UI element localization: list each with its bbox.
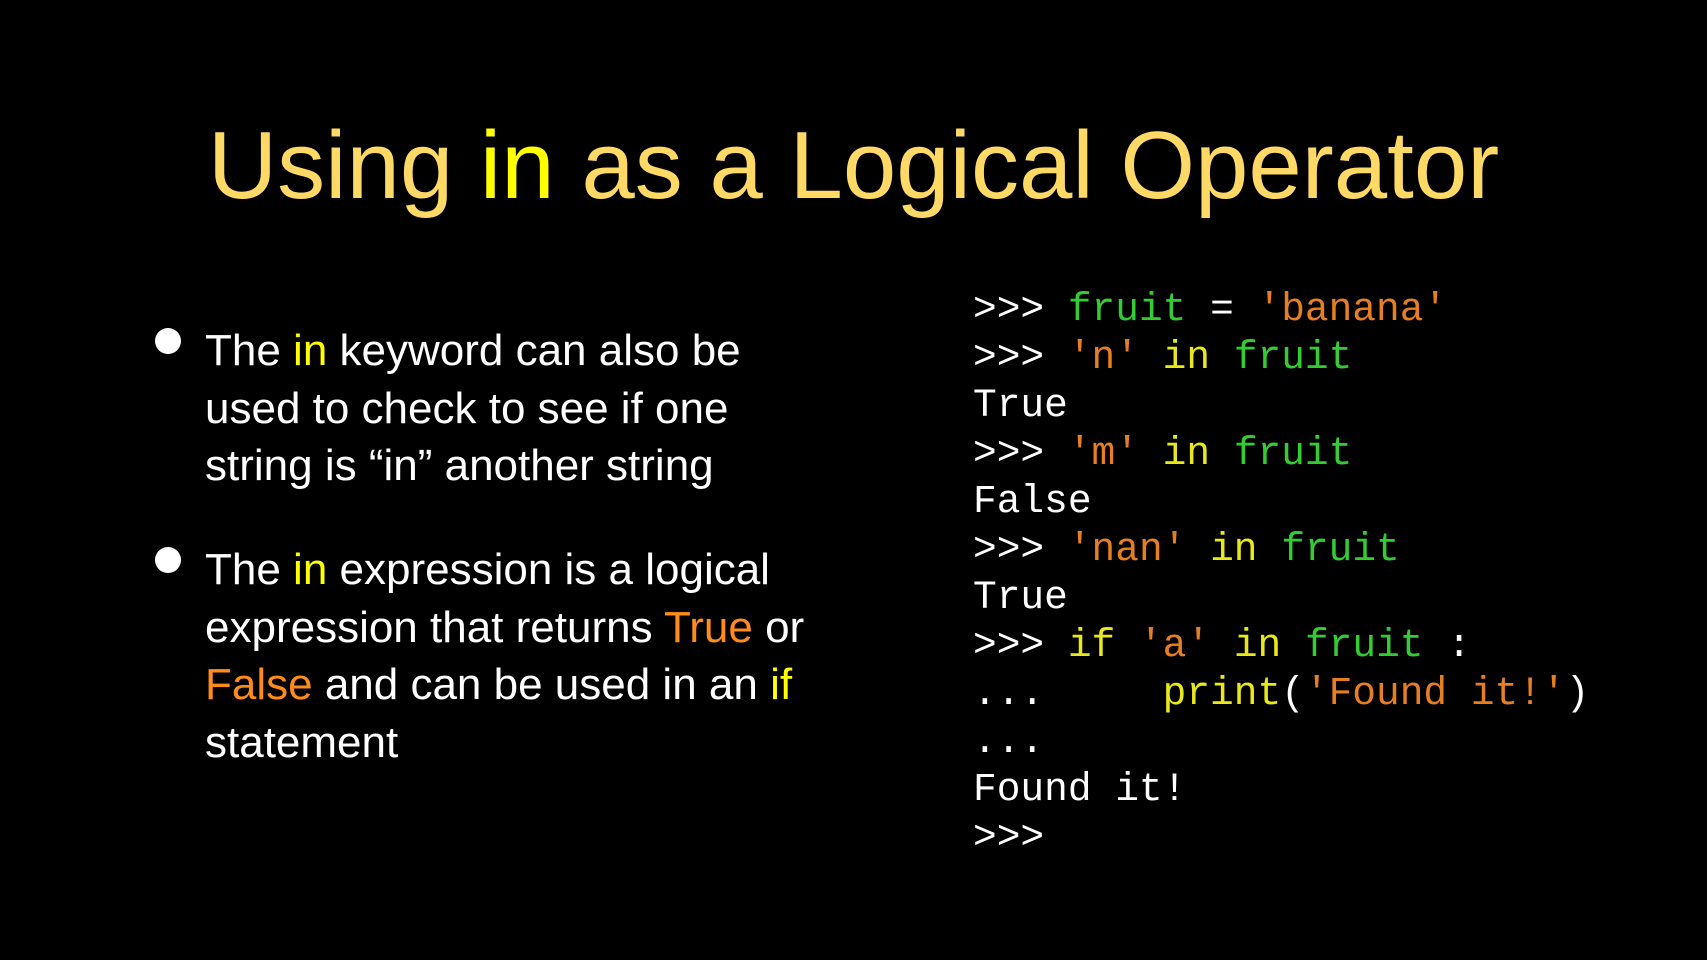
code-token-fn: print [1162,671,1282,716]
title-text-before: Using [207,112,480,219]
bullet-dot-icon [155,547,181,573]
code-token-kw: in [1162,335,1211,380]
code-token-kw: in [1210,527,1258,572]
code-line: True [973,382,1589,430]
code-token-prompt: >>> [973,527,1068,572]
bullet-2-text-part: statement [205,717,399,767]
bullet-dot-icon [155,328,181,354]
code-token-str: 'Found it!' [1304,671,1566,716]
code-line: >>> fruit = 'banana' [973,286,1589,334]
bullet-text-1: The in keyword can also be used to check… [205,322,825,495]
code-token-str: 'banana' [1257,287,1448,332]
code-line: Found it! [973,766,1589,814]
slide: Using in as a Logical Operator The in ke… [0,0,1707,960]
code-line: >>> [973,814,1589,862]
code-token-str: 'nan' [1067,527,1187,572]
bullet-1-text-part: The [205,326,294,375]
code-line: ... [973,718,1589,766]
bullet-2-text-part: and can be used in an [312,660,771,709]
bullet-2-keyword-true: True [664,602,753,652]
code-token-var: fruit [1233,335,1353,380]
code-block: >>> fruit = 'banana' >>> 'n' in fruit True… [973,286,1589,862]
bullet-2-text-part: or [752,602,805,652]
code-token-kw: if [1067,623,1116,668]
code-token-str: 'n' [1067,335,1139,380]
code-token-out: Found it! [973,767,1187,812]
code-token-var: fruit [1281,527,1400,572]
code-token-str: 'm' [1067,431,1139,476]
code-token-out: True [973,575,1068,620]
title-text-after: as a Logical Operator [554,112,1500,219]
code-token-prompt: >>> [973,335,1068,380]
bullet-2-keyword-in: in [293,545,328,594]
code-token-out: True [973,383,1068,428]
bullet-1-keyword-in: in [293,326,328,375]
code-line: >>> 'm' in fruit [973,430,1589,478]
bullet-2-text-part: The [205,545,294,594]
code-token-kw: in [1233,623,1282,668]
code-token-out: False [973,479,1092,524]
code-token-prompt: >>> [973,431,1068,476]
title-keyword: in [479,112,555,219]
code-token-plain: ( [1281,671,1305,716]
code-token-kw: in [1162,431,1211,476]
code-line: ... print('Found it!') [973,670,1589,718]
code-token-var: fruit [1067,287,1187,332]
code-token-plain: ) [1565,671,1590,716]
code-token-prompt: ... [973,719,1045,764]
bullet-text-2: The in expression is a logical expressio… [205,541,825,771]
code-line: True [973,574,1589,622]
bullet-2-keyword-if: if [770,660,793,709]
code-token-prompt: >>> [973,287,1068,332]
code-token-prompt: >>> [973,623,1068,668]
code-line: False [973,478,1589,526]
code-token-prompt: >>> [973,815,1045,860]
slide-title: Using in as a Logical Operator [0,118,1707,214]
code-token-var: fruit [1233,431,1353,476]
bullet-2-keyword-false: False [205,660,313,709]
code-token-str: 'a' [1138,623,1211,668]
code-token-var: fruit [1304,623,1424,668]
code-token-prompt: ... [973,671,1163,716]
code-line: >>> 'nan' in fruit [973,526,1589,574]
code-line: >>> if 'a' in fruit : [973,622,1589,670]
code-token-plain: : [1423,623,1471,668]
code-line: >>> 'n' in fruit [973,334,1589,382]
code-token-plain: = [1186,287,1258,332]
